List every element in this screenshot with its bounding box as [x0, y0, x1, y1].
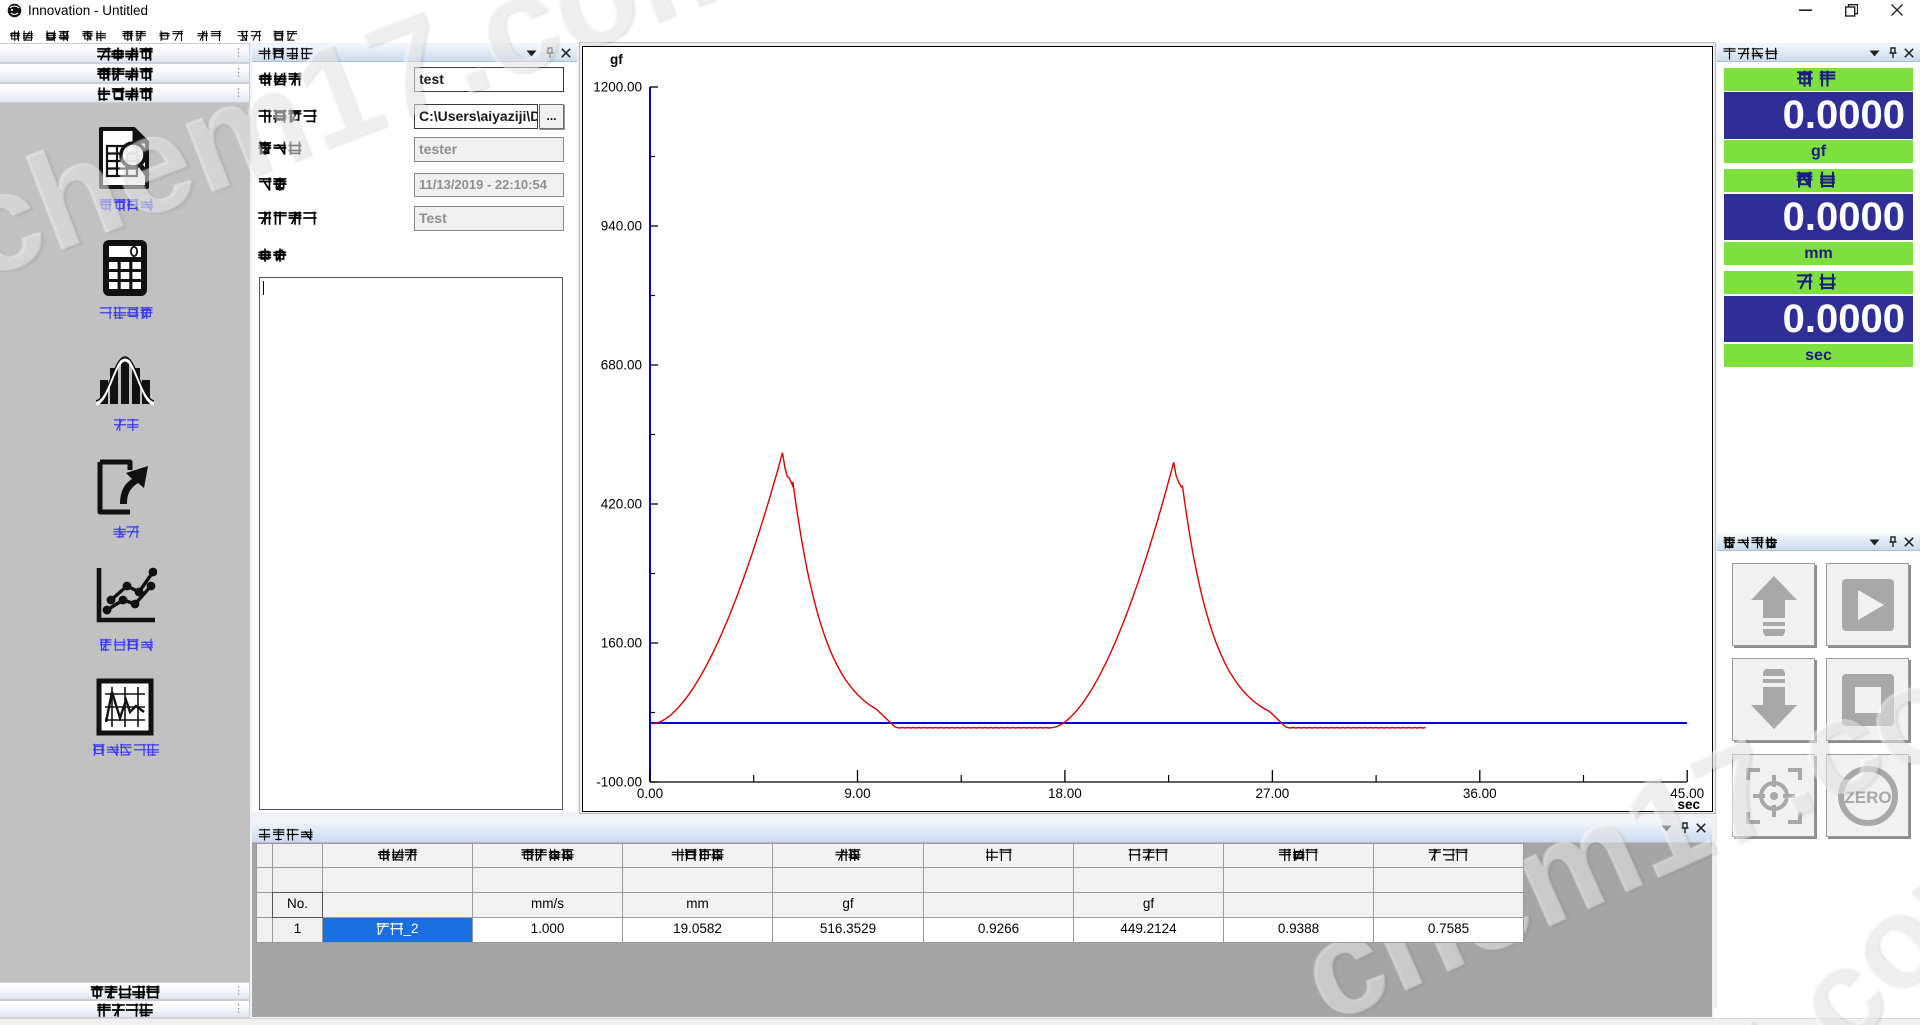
svg-text:27.00: 27.00 [1256, 786, 1290, 801]
svg-text:1200.00: 1200.00 [593, 80, 642, 95]
svg-text:-100.00: -100.00 [596, 775, 642, 790]
svg-text:680.00: 680.00 [601, 358, 642, 373]
svg-text:0.00: 0.00 [637, 786, 663, 801]
svg-text:160.00: 160.00 [601, 636, 642, 651]
svg-text:18.00: 18.00 [1048, 786, 1082, 801]
svg-text:940.00: 940.00 [601, 219, 642, 234]
svg-text:420.00: 420.00 [601, 497, 642, 512]
svg-text:9.00: 9.00 [844, 786, 870, 801]
svg-text:36.00: 36.00 [1463, 786, 1497, 801]
